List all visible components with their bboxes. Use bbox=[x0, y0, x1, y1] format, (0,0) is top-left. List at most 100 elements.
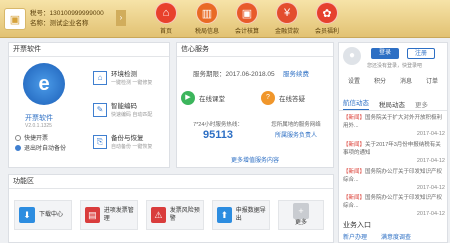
tool-title: 智能编码 bbox=[111, 103, 137, 110]
service-period: 服务期限：2017.06-2018.05 bbox=[193, 71, 275, 78]
news-tag: 【新闻】 bbox=[343, 115, 366, 121]
tool-sub: 快速编码 自动匹配 bbox=[111, 112, 153, 118]
class-icon: ▶ bbox=[181, 91, 195, 105]
card-label: 更多 bbox=[294, 220, 307, 226]
panel-title: 功能区 bbox=[9, 175, 333, 189]
nav-finance[interactable]: ¥ 金融贷款 bbox=[267, 2, 307, 35]
download-center-card[interactable]: ⬇ 下载中心 bbox=[14, 200, 72, 230]
nav-tax-info-label: 税局信息 bbox=[194, 29, 219, 35]
nav-finance-label: 金融贷款 bbox=[274, 29, 299, 35]
input-invoice-card[interactable]: ▤ 进项发票管理 bbox=[80, 200, 138, 230]
survey-link[interactable]: 满意度调查 bbox=[381, 232, 411, 241]
briefcase-icon: ▣ bbox=[236, 2, 258, 24]
declaration-export-card[interactable]: ⬆ 申报数据导出 bbox=[212, 200, 270, 230]
new-account-link[interactable]: 新户办理 bbox=[343, 232, 367, 241]
nav-accounting[interactable]: ▣ 会计核算 bbox=[227, 2, 267, 35]
upload-icon: ⬆ bbox=[217, 207, 232, 223]
avatar-icon: ● bbox=[343, 47, 361, 65]
news-item[interactable]: 【新闻】国务院办公厅关于印发知识产权综合... 2017-04-12 bbox=[343, 168, 445, 192]
news-tag: 【新闻】 bbox=[343, 142, 366, 148]
invoice-app-logo-icon[interactable]: e bbox=[23, 63, 65, 105]
invoice-software-panel: 开票软件 e 开票软件 V2.0.1.1325 快捷开票 退出时自动备份 ⌂ 环… bbox=[8, 42, 170, 168]
monitor-icon: ⌂ bbox=[93, 71, 107, 85]
nav-home[interactable]: ⌂ 首页 bbox=[146, 2, 186, 35]
download-icon: ⬇ bbox=[19, 207, 35, 223]
tab-tax-news[interactable]: 税局动态 bbox=[379, 99, 405, 109]
card-label: 申报数据导出 bbox=[235, 208, 266, 222]
nav-member-label: 会员福利 bbox=[314, 29, 339, 35]
account-toggle-button[interactable]: › bbox=[116, 10, 126, 26]
more-service-link[interactable]: 更多增值服务内容 bbox=[177, 155, 333, 164]
tab-company-news[interactable]: 航信动态 bbox=[343, 97, 369, 110]
local-label: 您所属地的服务网络 bbox=[271, 122, 321, 128]
tool-sub: 一键检测 一键修复 bbox=[111, 80, 153, 86]
invoice-icon: ▤ bbox=[85, 207, 100, 223]
tool-sub: 自动备份 一键恢复 bbox=[111, 144, 153, 150]
backup-icon: ⎘ bbox=[93, 135, 107, 149]
hotline-number: 95113 bbox=[203, 129, 233, 141]
news-item[interactable]: 【新闻】关于2017年3月份申报纳税有关事项的通知 2017-04-12 bbox=[343, 141, 445, 165]
hotline-label: 7*24小时服务热线： bbox=[193, 122, 243, 128]
online-ask-button[interactable]: ? 在线答疑 bbox=[261, 87, 331, 109]
tool-smart-code[interactable]: ✎ 智能编码快速编码 自动匹配 bbox=[93, 103, 152, 119]
nav-home-label: 首页 bbox=[159, 29, 172, 35]
card-label: 下载中心 bbox=[39, 212, 64, 218]
online-ask-label: 在线答疑 bbox=[279, 96, 305, 103]
pencil-icon: ✎ bbox=[93, 103, 107, 117]
account-info: ▣ 税号：130100999999000 名称：测试企业名称 › bbox=[4, 4, 126, 34]
more-card[interactable]: + 更多 bbox=[278, 200, 324, 230]
company-logo-icon: ▣ bbox=[4, 8, 26, 30]
nav-member[interactable]: ✿ 会员福利 bbox=[307, 2, 347, 35]
news-tag: 【新闻】 bbox=[343, 195, 366, 201]
risk-alert-card[interactable]: ⚠ 发票风险预警 bbox=[146, 200, 204, 230]
news-item[interactable]: 【新闻】国务院办公厅关于印发知识产权综合... 2017-04-12 bbox=[343, 194, 445, 218]
nav-tax-info[interactable]: ▥ 税局信息 bbox=[187, 2, 227, 35]
register-button[interactable]: 注册 bbox=[407, 48, 435, 59]
news-item[interactable]: 【新闻】国务院关于扩大对外开放积极利用外... 2017-04-12 bbox=[343, 114, 445, 138]
card-label: 进项发票管理 bbox=[103, 208, 134, 222]
warning-icon: ⚠ bbox=[151, 207, 166, 223]
nav-accounting-label: 会计核算 bbox=[234, 29, 259, 35]
business-links: 新户办理 满意度调查 bbox=[343, 232, 447, 241]
tool-backup[interactable]: ⎘ 备份与恢复自动备份 一键恢复 bbox=[93, 135, 152, 151]
news-date: 2017-04-12 bbox=[416, 211, 445, 217]
tool-title: 备份与恢复 bbox=[111, 135, 144, 142]
exit-option-label: 退出时自动备份 bbox=[24, 146, 67, 152]
tool-env-check[interactable]: ⌂ 环境检测一键检测 一键修复 bbox=[93, 71, 152, 87]
plus-icon: + bbox=[293, 203, 309, 219]
tool-title: 环境检测 bbox=[111, 71, 137, 78]
online-class-button[interactable]: ▶ 在线课堂 bbox=[181, 87, 255, 109]
business-entry-title: 业务入口 bbox=[343, 222, 371, 229]
radio-checked-icon[interactable] bbox=[15, 144, 21, 151]
orders-link[interactable]: 订单 bbox=[426, 76, 438, 85]
login-button[interactable]: 登录 bbox=[371, 48, 399, 59]
panel-title: 信心服务 bbox=[177, 43, 333, 57]
radio-icon[interactable] bbox=[15, 134, 21, 141]
version-text: V2.0.1.1325 bbox=[25, 123, 52, 129]
tab-more[interactable]: 更多 bbox=[415, 99, 428, 109]
news-tag: 【新闻】 bbox=[343, 169, 366, 175]
news-date: 2017-04-12 bbox=[416, 131, 445, 137]
right-sidebar: ● 登录 注册 您还没有登录，快登录吧 设置 积分 消息 订单 航信动态 税局动… bbox=[338, 42, 448, 243]
messages-link[interactable]: 消息 bbox=[400, 76, 412, 85]
settings-link[interactable]: 设置 bbox=[348, 76, 360, 85]
online-class-label: 在线课堂 bbox=[199, 96, 225, 103]
quick-option[interactable]: 快捷开票 bbox=[15, 133, 48, 142]
news-tabs: 航信动态 税局动态 更多 bbox=[339, 97, 447, 111]
user-links: 设置 积分 消息 订单 bbox=[341, 76, 445, 85]
news-date: 2017-04-12 bbox=[416, 158, 445, 164]
bank-icon: ▥ bbox=[196, 2, 218, 24]
quick-option-label: 快捷开票 bbox=[24, 136, 49, 142]
home-icon: ⌂ bbox=[155, 2, 177, 24]
news-date: 2017-04-12 bbox=[416, 185, 445, 191]
tax-number: 税号：130100999999000 bbox=[30, 10, 104, 17]
points-link[interactable]: 积分 bbox=[374, 76, 386, 85]
exit-backup-option[interactable]: 退出时自动备份 bbox=[15, 143, 66, 152]
local-link[interactable]: 所属服务负责人 bbox=[261, 130, 331, 139]
invoice-app-name[interactable]: 开票软件 bbox=[25, 113, 53, 123]
renew-link[interactable]: 服务续费 bbox=[283, 68, 309, 78]
chat-icon: ? bbox=[261, 91, 275, 105]
panel-title: 开票软件 bbox=[9, 43, 169, 57]
money-icon: ¥ bbox=[276, 2, 298, 24]
service-panel: 信心服务 服务期限：2017.06-2018.05 服务续费 ▶ 在线课堂 ? … bbox=[176, 42, 334, 168]
